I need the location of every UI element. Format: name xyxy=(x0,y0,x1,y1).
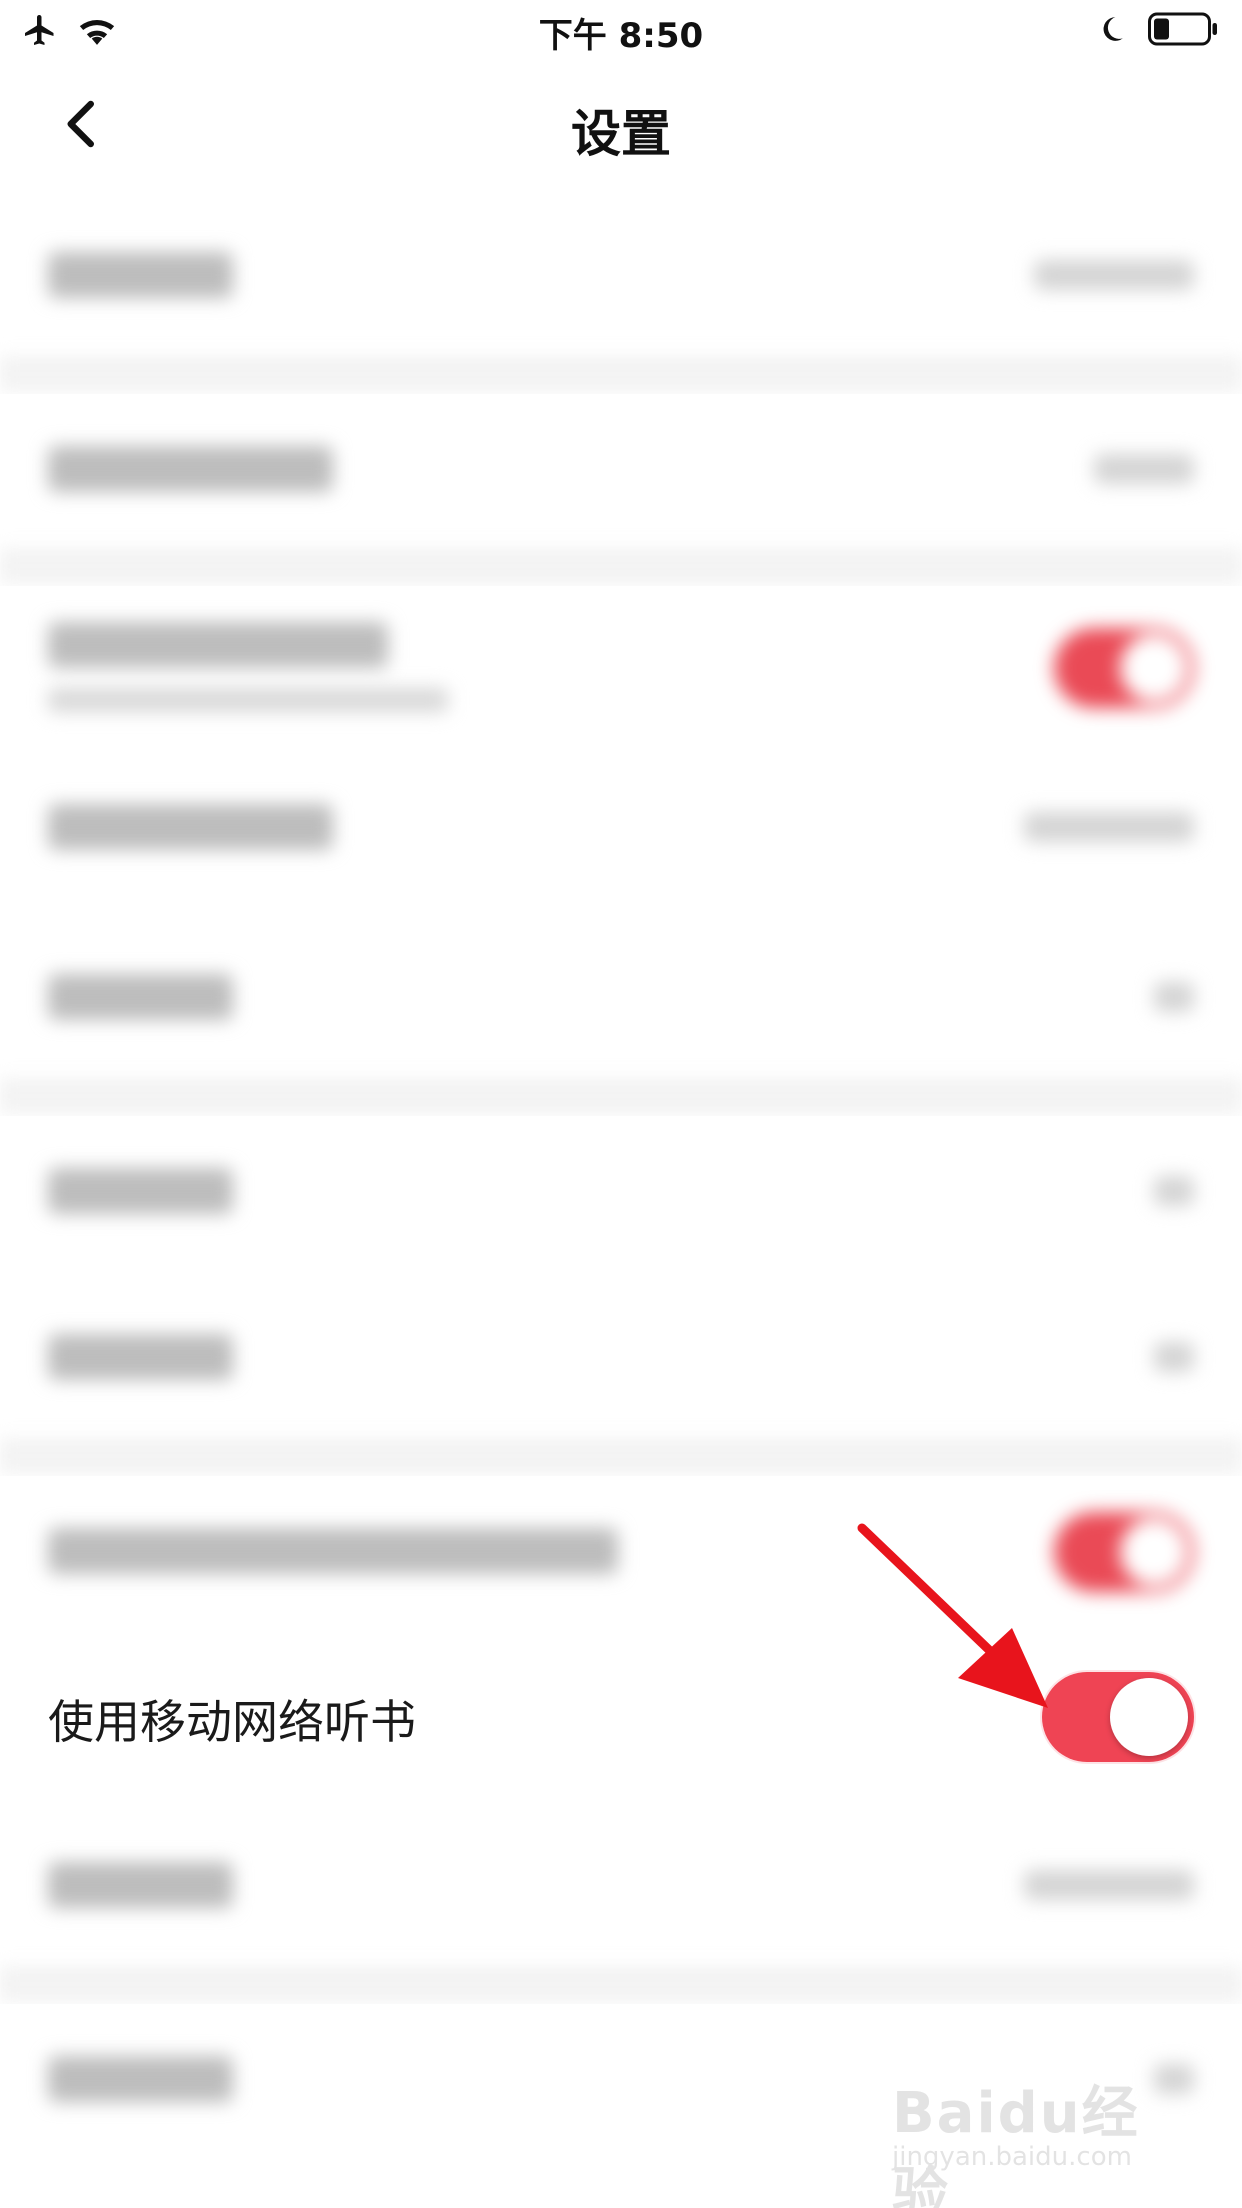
list-item[interactable] xyxy=(0,922,1242,1072)
list-item xyxy=(0,586,1242,752)
status-time: 下午 8:50 xyxy=(538,16,704,56)
baidu-watermark: Baidu经验 jingyan.baidu.com xyxy=(892,2038,1182,2208)
battery-icon xyxy=(1148,12,1220,50)
watermark-main: Baidu经验 xyxy=(892,2081,1140,2208)
section-separator xyxy=(0,1438,1242,1474)
blurred-label xyxy=(48,622,388,668)
blurred-chevron xyxy=(1154,982,1194,1012)
list-item[interactable] xyxy=(0,1810,1242,1960)
annotation-arrow-icon xyxy=(857,1523,1048,1708)
blurred-chevron xyxy=(1154,1176,1194,1206)
blurred-label xyxy=(48,1334,233,1380)
blurred-label xyxy=(48,446,333,492)
list-item[interactable] xyxy=(0,394,1242,544)
blurred-label xyxy=(48,2056,233,2102)
nav-bar: 设置 xyxy=(0,64,1242,190)
settings-screen: 下午 8:50 设置 使用移动网络听书 Baidu经验 jingyan.baid… xyxy=(0,0,1242,2208)
section-separator xyxy=(0,356,1242,392)
blurred-label xyxy=(48,974,233,1020)
blurred-label xyxy=(48,1528,618,1574)
status-bar: 下午 8:50 xyxy=(0,0,1242,64)
blurred-subtitle xyxy=(48,688,448,712)
status-right xyxy=(1096,12,1220,50)
blurred-label xyxy=(48,1862,233,1908)
section-separator xyxy=(0,1078,1242,1114)
blurred-label xyxy=(48,252,233,298)
blurred-value xyxy=(1024,812,1194,842)
toggle-knob xyxy=(1110,1678,1188,1756)
list-item[interactable] xyxy=(0,1116,1242,1266)
blurred-label xyxy=(48,804,333,850)
setting-label: 使用移动网络听书 xyxy=(48,1695,416,1749)
blurred-value xyxy=(1094,454,1194,484)
blurred-toggle[interactable] xyxy=(1054,1512,1194,1592)
section-separator xyxy=(0,1966,1242,2002)
blurred-toggle[interactable] xyxy=(1054,628,1194,708)
list-item[interactable] xyxy=(0,1282,1242,1432)
watermark-sub: jingyan.baidu.com xyxy=(892,2142,1132,2172)
blurred-label xyxy=(48,1168,233,1214)
list-item[interactable] xyxy=(0,752,1242,902)
blurred-value xyxy=(1024,1870,1194,1900)
page-title: 设置 xyxy=(571,105,671,163)
section-separator xyxy=(0,548,1242,584)
blurred-value xyxy=(1034,260,1194,290)
blurred-chevron xyxy=(1154,1342,1194,1372)
moon-icon xyxy=(1096,14,1126,48)
list-item[interactable] xyxy=(0,200,1242,350)
